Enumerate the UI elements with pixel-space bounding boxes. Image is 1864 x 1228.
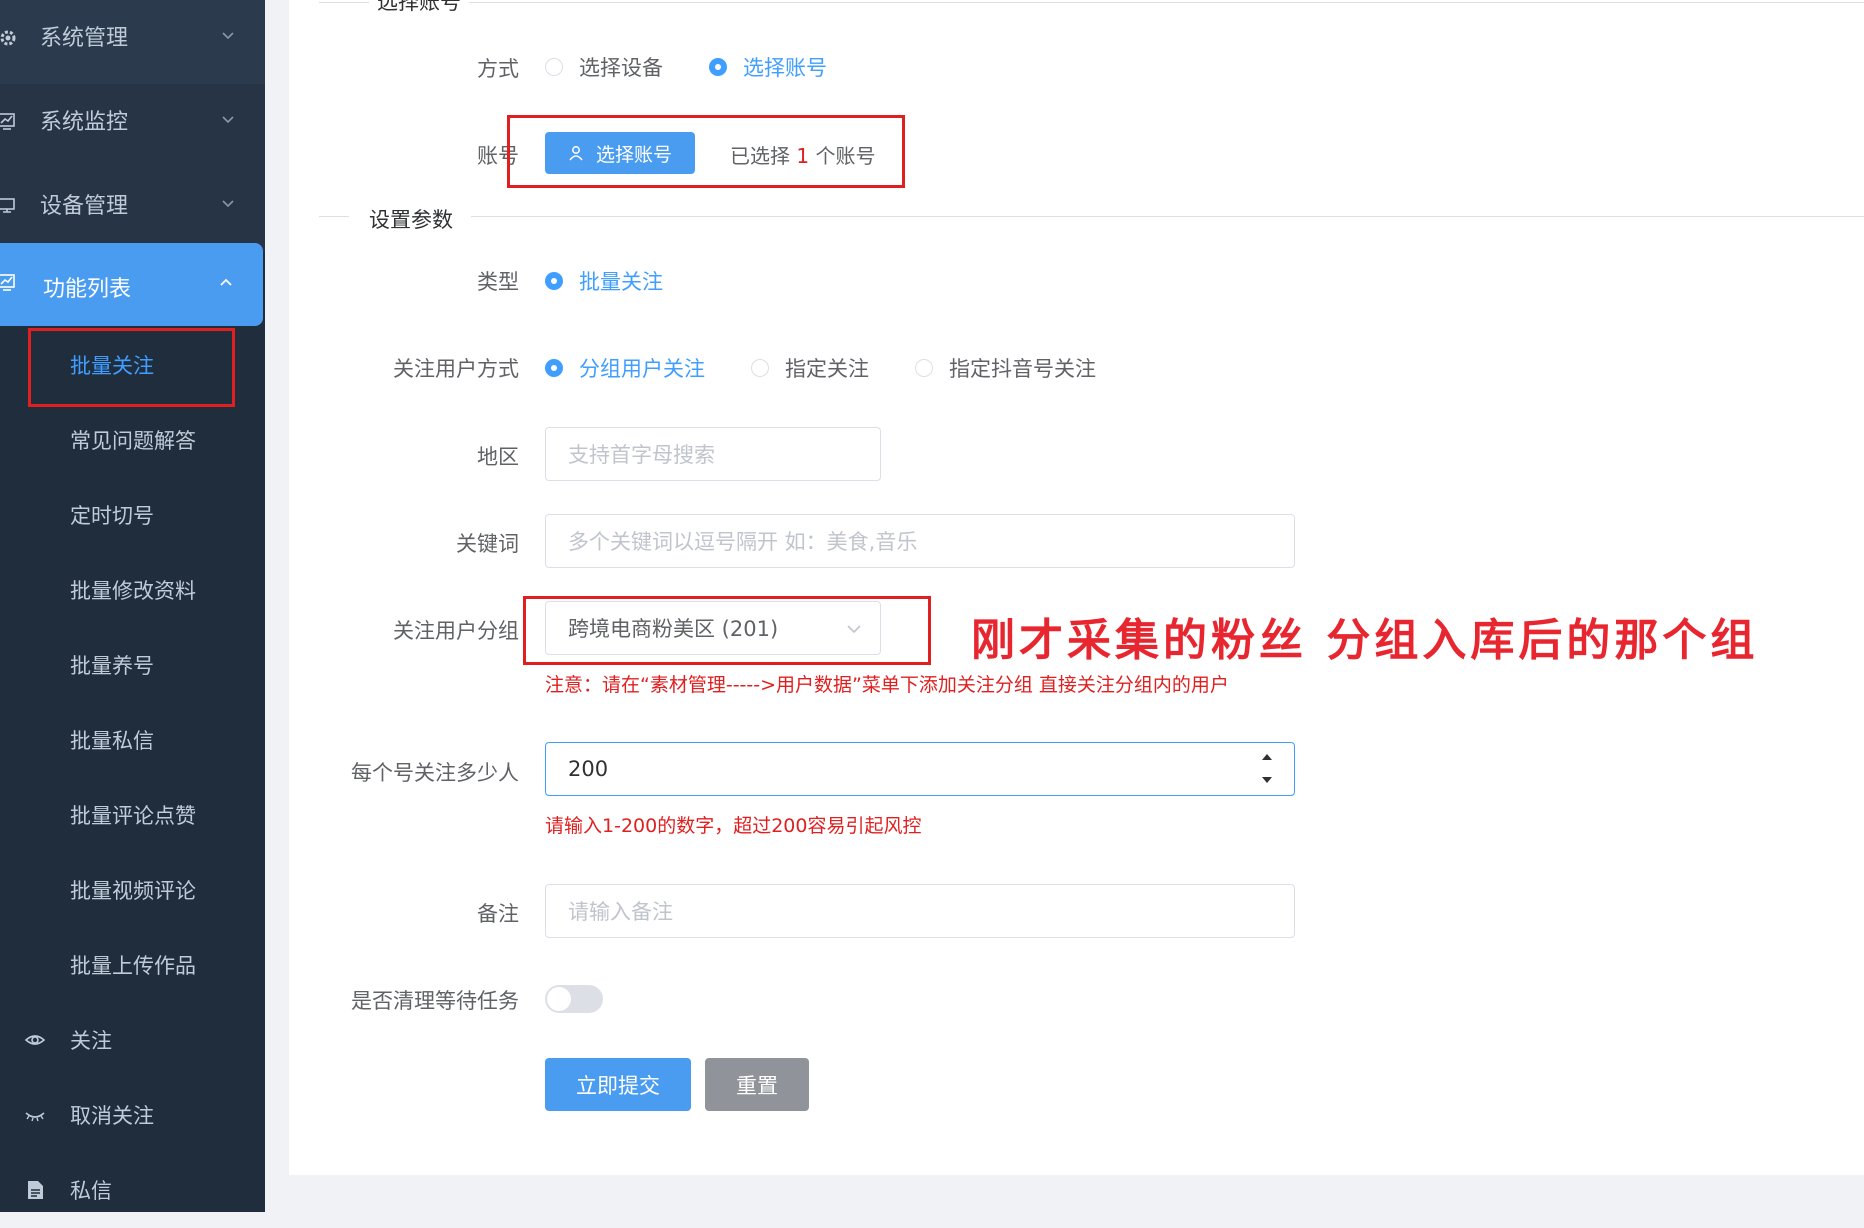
chevron-down-icon <box>221 196 235 210</box>
sidebar-item-batch-comment-like[interactable]: 批量评论点赞 <box>0 778 265 853</box>
sidebar-item-label: 批量评论点赞 <box>70 804 196 828</box>
radio-circle <box>545 58 563 76</box>
highlight-box <box>28 328 235 407</box>
remark-label: 备注 <box>477 902 519 926</box>
submit-button[interactable]: 立即提交 <box>545 1058 691 1111</box>
mode-label: 方式 <box>477 57 519 81</box>
sidebar-item-label: 关注 <box>70 1029 112 1053</box>
sidebar-item-label: 常见问题解答 <box>70 429 196 453</box>
region-input[interactable]: 支持首字母搜索 <box>545 427 881 481</box>
radio-circle <box>545 272 563 290</box>
sidebar-item-unfollow[interactable]: 取消关注 <box>0 1078 265 1153</box>
switch-knob <box>547 987 571 1011</box>
keyword-placeholder: 多个关键词以逗号隔开 如：美食,音乐 <box>568 530 918 554</box>
section-divider <box>319 216 1864 217</box>
sidebar-item-label: 取消关注 <box>70 1104 154 1128</box>
radio-circle <box>751 359 769 377</box>
account-label: 账号 <box>477 144 519 168</box>
remark-input[interactable]: 请输入备注 <box>545 884 1295 938</box>
menu-label: 系统管理 <box>40 26 129 51</box>
keyword-label: 关键词 <box>456 532 519 556</box>
radio-label: 指定关注 <box>785 357 869 381</box>
group-note: 注意：请在“素材管理----->用户数据”菜单下添加关注分组 直接关注分组内的用… <box>545 674 1229 696</box>
highlight-box <box>507 115 905 188</box>
radio-circle <box>545 359 563 377</box>
menu-function-list[interactable]: 功能列表 <box>0 243 263 326</box>
sidebar-item-label: 批量私信 <box>70 729 154 753</box>
annotation-text: 刚才采集的粉丝 分组入库后的那个组 <box>971 615 1759 666</box>
monitor-chart-icon <box>0 112 18 132</box>
radio-group-follow[interactable]: 分组用户关注 <box>545 353 705 383</box>
spinner-icon[interactable] <box>1260 749 1274 789</box>
region-placeholder: 支持首字母搜索 <box>568 443 715 467</box>
highlight-box <box>523 596 931 665</box>
chevron-down-icon <box>221 28 235 42</box>
radio-label: 选择账号 <box>743 56 827 80</box>
form-card: 选择账号 方式 选择设备 选择账号 账号 选择账号 已选择 1 个账号 设置参数… <box>289 0 1864 1175</box>
menu-device-management[interactable]: 设备管理 <box>0 168 265 252</box>
radio-douyin-id-follow[interactable]: 指定抖音号关注 <box>915 353 1096 383</box>
reset-button[interactable]: 重置 <box>705 1058 809 1111</box>
sidebar-item-batch-video-comment[interactable]: 批量视频评论 <box>0 853 265 928</box>
keyword-input[interactable]: 多个关键词以逗号隔开 如：美食,音乐 <box>545 514 1295 568</box>
eye-icon <box>24 1029 46 1051</box>
device-icon <box>0 196 18 216</box>
gear-icon <box>0 28 18 48</box>
radio-type-batch-follow[interactable]: 批量关注 <box>545 266 663 296</box>
chevron-down-icon <box>221 112 235 126</box>
menu-label: 功能列表 <box>43 277 132 302</box>
sidebar-item-batch-nurture[interactable]: 批量养号 <box>0 628 265 703</box>
sidebar-item-batch-message[interactable]: 批量私信 <box>0 703 265 778</box>
count-label: 每个号关注多少人 <box>351 761 519 785</box>
document-icon <box>24 1179 46 1201</box>
radio-label: 批量关注 <box>579 270 663 294</box>
count-input-value: 200 <box>568 757 609 781</box>
sidebar-item-label: 定时切号 <box>70 504 154 528</box>
menu-system-monitor[interactable]: 系统监控 <box>0 84 265 168</box>
sidebar-item-label: 批量视频评论 <box>70 879 196 903</box>
sidebar-item-label: 批量修改资料 <box>70 579 196 603</box>
clear-tasks-switch[interactable] <box>545 985 603 1013</box>
sidebar-item-label: 批量上传作品 <box>70 954 196 978</box>
count-input[interactable]: 200 <box>545 742 1295 796</box>
region-label: 地区 <box>477 445 519 469</box>
eye-closed-icon <box>24 1104 46 1126</box>
follow-mode-label: 关注用户方式 <box>393 357 519 381</box>
sidebar-item-follow[interactable]: 关注 <box>0 1003 265 1078</box>
radio-circle <box>915 359 933 377</box>
radio-select-account[interactable]: 选择账号 <box>709 52 827 82</box>
radio-select-device[interactable]: 选择设备 <box>545 52 663 82</box>
chart-icon <box>0 273 18 293</box>
sidebar-item-batch-edit-profile[interactable]: 批量修改资料 <box>0 553 265 628</box>
sidebar-item-label: 批量养号 <box>70 654 154 678</box>
sidebar-item-scheduled-switch[interactable]: 定时切号 <box>0 478 265 553</box>
type-label: 类型 <box>477 270 519 294</box>
section-title-settings: 设置参数 <box>349 204 471 234</box>
sidebar-item-label: 私信 <box>70 1179 112 1203</box>
radio-specified-follow[interactable]: 指定关注 <box>751 353 869 383</box>
section-title-select-account: 选择账号 <box>369 0 469 16</box>
group-label: 关注用户分组 <box>393 619 519 643</box>
sidebar: 系统管理 系统监控 设备管理 功能列表 批量关注 常见问题解答 定时切号 批量修… <box>0 0 265 1212</box>
section-divider <box>319 2 1864 3</box>
menu-label: 设备管理 <box>40 194 129 219</box>
clear-tasks-label: 是否清理等待任务 <box>351 989 519 1013</box>
sidebar-item-faq[interactable]: 常见问题解答 <box>0 403 265 478</box>
radio-label: 分组用户关注 <box>579 357 705 381</box>
menu-label: 系统监控 <box>40 110 129 135</box>
remark-placeholder: 请输入备注 <box>568 900 673 924</box>
menu-system-management[interactable]: 系统管理 <box>0 0 265 84</box>
sidebar-item-private-message[interactable]: 私信 <box>0 1153 265 1228</box>
radio-label: 指定抖音号关注 <box>949 357 1096 381</box>
radio-label: 选择设备 <box>579 56 663 80</box>
sidebar-item-batch-upload[interactable]: 批量上传作品 <box>0 928 265 1003</box>
count-hint: 请输入1-200的数字，超过200容易引起风控 <box>545 815 922 837</box>
chevron-up-icon <box>219 275 233 289</box>
radio-circle <box>709 58 727 76</box>
